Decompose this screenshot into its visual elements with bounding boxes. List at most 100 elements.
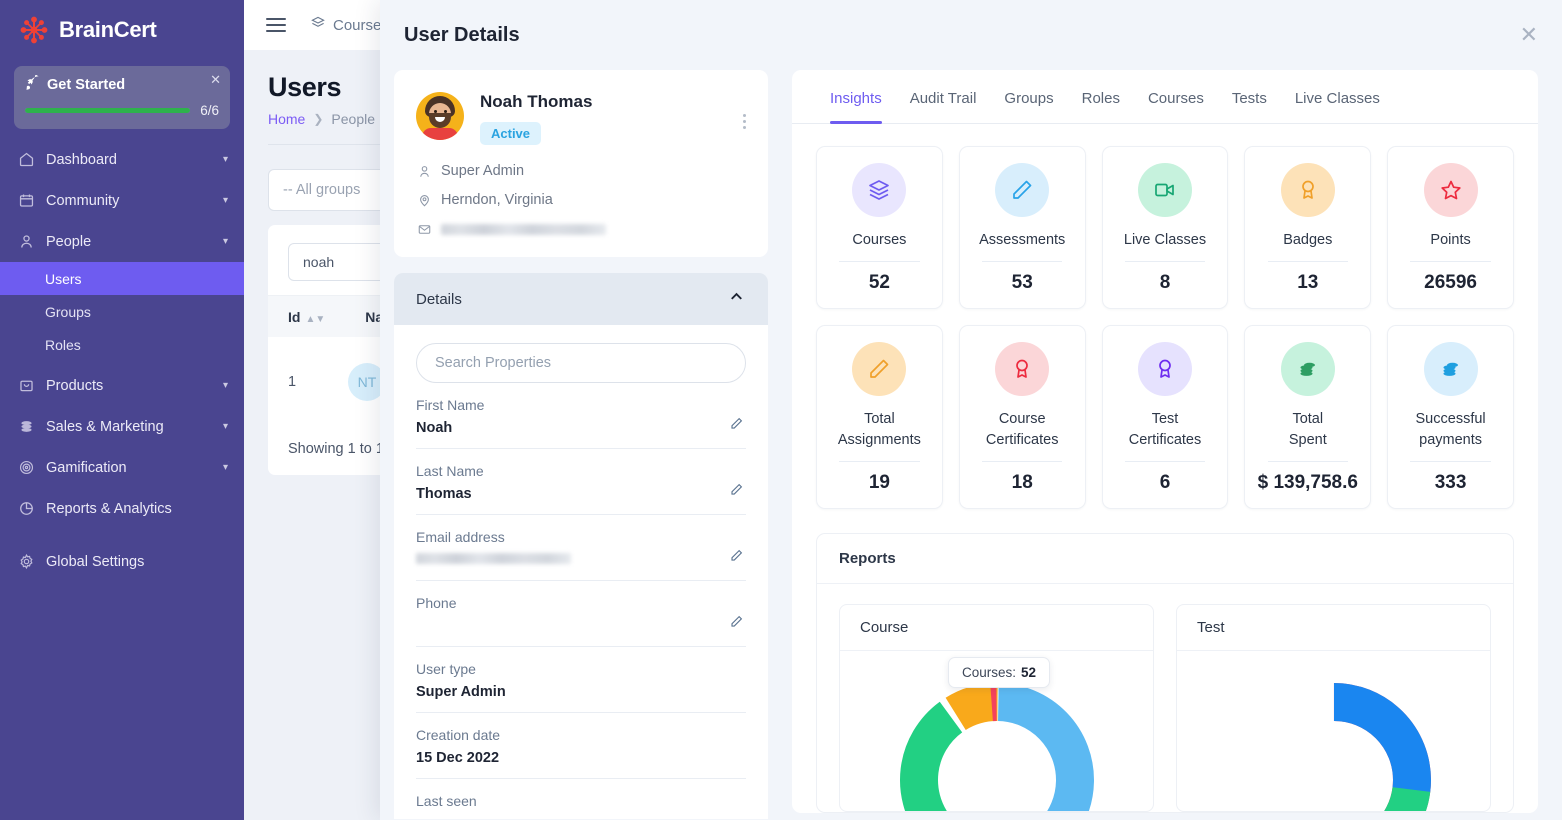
stat-card-live-classes[interactable]: Live Classes 8 bbox=[1101, 146, 1229, 310]
braincert-logo-icon bbox=[18, 14, 50, 46]
star-icon bbox=[1423, 163, 1478, 217]
property-label: First Name bbox=[416, 397, 485, 413]
profile-email bbox=[416, 221, 746, 237]
close-icon[interactable]: ✕ bbox=[210, 73, 221, 86]
stat-label: Assessments bbox=[979, 232, 1066, 248]
stat-card-successful-payments[interactable]: Successful payments 333 bbox=[1387, 325, 1514, 510]
chevron-down-icon: ▾ bbox=[222, 195, 228, 206]
profile-name: Noah Thomas bbox=[480, 92, 593, 111]
close-icon[interactable]: ✕ bbox=[1520, 24, 1538, 46]
sidebar-item-label: Community bbox=[46, 192, 120, 209]
sidebar-item-dashboard[interactable]: Dashboard ▾ bbox=[0, 139, 244, 180]
calendar-icon bbox=[17, 192, 35, 210]
layers-icon bbox=[852, 163, 907, 217]
tab-tests[interactable]: Tests bbox=[1218, 70, 1281, 123]
stats-row-1: Courses 52 Assessments 53 Live Classes 8… bbox=[816, 146, 1514, 310]
chevron-up-icon[interactable] bbox=[727, 287, 746, 311]
sidebar-subitem-label: Roles bbox=[45, 336, 81, 353]
stat-value: 53 bbox=[1011, 272, 1033, 294]
details-panel-header[interactable]: Details bbox=[394, 273, 768, 325]
chart-tooltip: Courses: 52 bbox=[948, 657, 1051, 689]
profile-location-label: Herndon, Virginia bbox=[441, 192, 553, 208]
tab-live-classes[interactable]: Live Classes bbox=[1281, 70, 1394, 123]
stat-card-points[interactable]: Points 26596 bbox=[1387, 146, 1514, 310]
stat-value: 6 bbox=[1159, 472, 1171, 494]
pie-chart-icon bbox=[17, 500, 35, 518]
column-header-id[interactable]: Id ▲▼ bbox=[288, 309, 325, 325]
breadcrumb-people[interactable]: People bbox=[331, 111, 375, 127]
stat-card-courses[interactable]: Courses 52 bbox=[816, 146, 943, 310]
course-donut-chart[interactable]: Courses: 52 bbox=[840, 651, 1153, 812]
property-label: Last seen bbox=[416, 793, 477, 809]
reports-heading: Reports bbox=[817, 534, 1513, 585]
tab-roles[interactable]: Roles bbox=[1068, 70, 1134, 123]
stat-value: $ 139,758.6 bbox=[1257, 472, 1358, 494]
stat-value: 8 bbox=[1159, 272, 1171, 294]
cell-id: 1 bbox=[288, 374, 297, 390]
property-creation-date: Creation date 15 Dec 2022 bbox=[416, 713, 746, 779]
sidebar-item-reports-analytics[interactable]: Reports & Analytics bbox=[0, 488, 244, 529]
mail-icon bbox=[416, 221, 432, 237]
search-properties-input[interactable]: Search Properties bbox=[416, 343, 746, 383]
property-label: Email address bbox=[416, 529, 505, 545]
sidebar-subitem-label: Groups bbox=[45, 303, 91, 320]
edit-icon[interactable] bbox=[729, 482, 744, 502]
stat-value: 18 bbox=[1011, 472, 1033, 494]
sidebar-item-products[interactable]: Products ▾ bbox=[0, 365, 244, 406]
profile-email-redacted bbox=[441, 223, 606, 235]
property-label: Last Name bbox=[416, 463, 484, 479]
gear-icon bbox=[17, 553, 35, 571]
profile-card: Noah Thomas Active Super Admin Herndon, bbox=[394, 70, 768, 257]
get-started-panel[interactable]: Get Started ✕ 6/6 bbox=[14, 66, 230, 129]
logo-text: BrainCert bbox=[59, 17, 157, 42]
sidebar-item-global-settings[interactable]: Global Settings bbox=[0, 541, 244, 582]
test-donut-chart[interactable] bbox=[1177, 651, 1490, 812]
sidebar-item-community[interactable]: Community ▾ bbox=[0, 180, 244, 221]
stat-card-assessments[interactable]: Assessments 53 bbox=[958, 146, 1086, 310]
hamburger-icon[interactable] bbox=[266, 18, 286, 32]
sidebar-item-users[interactable]: Users bbox=[0, 262, 244, 295]
sidebar-item-label: Dashboard bbox=[46, 151, 117, 168]
chevron-down-icon: ▾ bbox=[222, 380, 228, 391]
property-last-seen: Last seen bbox=[416, 779, 746, 819]
stat-card-total-spent[interactable]: Total Spent $ 139,758.6 bbox=[1244, 325, 1372, 510]
progress-bar bbox=[25, 108, 191, 113]
logo[interactable]: BrainCert bbox=[0, 0, 244, 58]
property-last-name: Last Name Thomas bbox=[416, 449, 746, 515]
tab-courses[interactable]: Courses bbox=[1134, 70, 1218, 123]
stat-card-total-assignments[interactable]: Total Assignments 19 bbox=[816, 325, 943, 510]
insights-card: Insights Audit Trail Groups Roles Course… bbox=[792, 70, 1538, 814]
sidebar-item-gamification[interactable]: Gamification ▾ bbox=[0, 447, 244, 488]
sidebar-item-people[interactable]: People ▾ bbox=[0, 221, 244, 262]
bag-icon bbox=[17, 377, 35, 395]
status-badge: Active bbox=[480, 122, 542, 145]
modal-title: User Details bbox=[404, 23, 520, 46]
topbar-courses-link[interactable]: Courses bbox=[310, 15, 389, 35]
stat-card-badges[interactable]: Badges 13 bbox=[1244, 146, 1372, 310]
sidebar-item-groups[interactable]: Groups bbox=[0, 295, 244, 328]
group-filter-value: -- All groups bbox=[283, 182, 361, 198]
stat-label: Live Classes bbox=[1123, 232, 1207, 248]
tab-audit-trail[interactable]: Audit Trail bbox=[896, 70, 991, 123]
coins-icon bbox=[1423, 342, 1478, 397]
property-email-address: Email address bbox=[416, 515, 746, 581]
stat-card-test-certificates[interactable]: Test Certificates 6 bbox=[1101, 325, 1229, 510]
sidebar-item-roles[interactable]: Roles bbox=[0, 328, 244, 361]
edit-icon[interactable] bbox=[729, 548, 744, 568]
edit-icon[interactable] bbox=[729, 416, 744, 436]
progress-count: 6/6 bbox=[200, 103, 219, 118]
property-label: Creation date bbox=[416, 727, 501, 743]
breadcrumb-home[interactable]: Home bbox=[268, 111, 305, 127]
tab-groups[interactable]: Groups bbox=[990, 70, 1067, 123]
table-search-value: noah bbox=[303, 254, 335, 270]
chart-title: Course bbox=[840, 605, 1153, 652]
tab-insights[interactable]: Insights bbox=[816, 70, 896, 124]
profile-role: Super Admin bbox=[416, 163, 746, 179]
more-vertical-icon[interactable] bbox=[743, 92, 746, 129]
sort-icon[interactable]: ▲▼ bbox=[305, 314, 325, 325]
stat-card-course-certificates[interactable]: Course Certificates 18 bbox=[958, 325, 1086, 510]
sidebar-item-sales-marketing[interactable]: Sales & Marketing ▾ bbox=[0, 406, 244, 447]
reports-card: Reports Course Courses: 52 Test bbox=[816, 533, 1514, 814]
chart-card-test: Test bbox=[1176, 604, 1491, 813]
edit-icon[interactable] bbox=[729, 614, 744, 634]
